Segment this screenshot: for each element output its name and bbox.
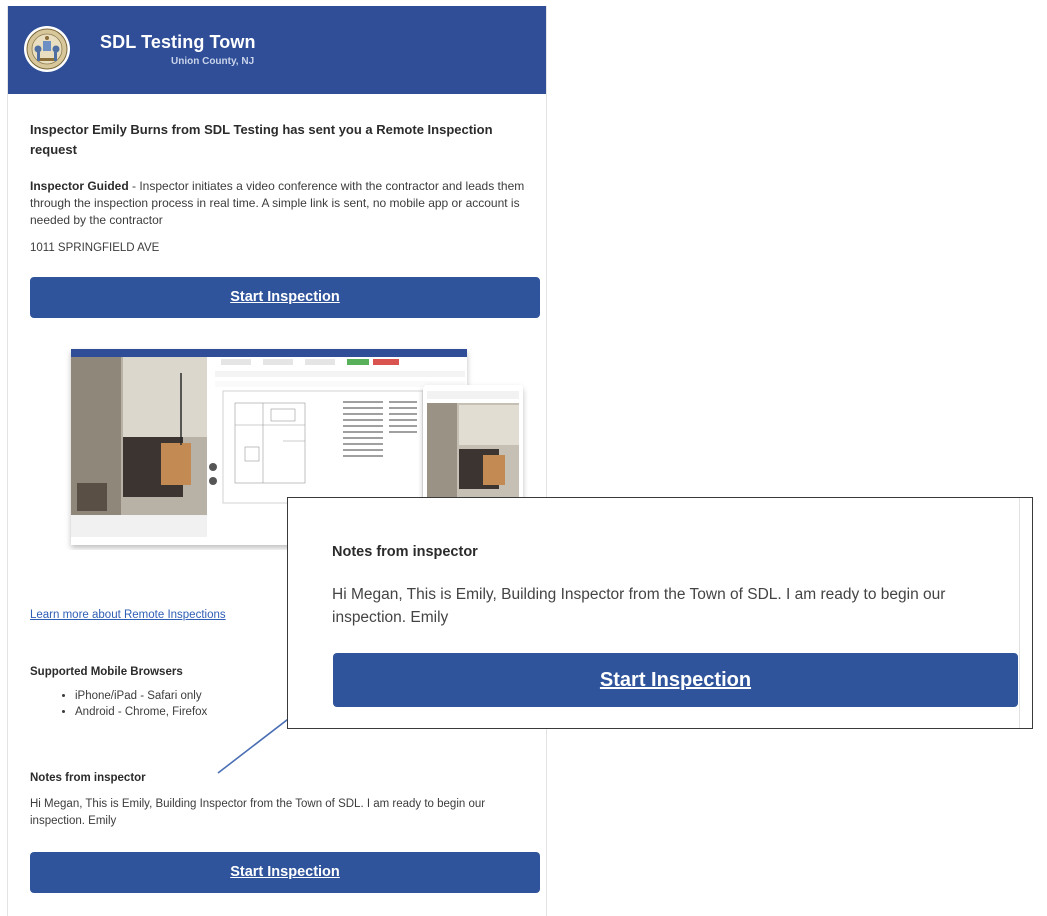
list-item: Android - Chrome, Firefox <box>75 704 207 720</box>
town-seal-icon <box>24 26 70 72</box>
supported-browsers-heading: Supported Mobile Browsers <box>30 666 183 678</box>
callout-inspector-notes: Hi Megan, This is Emily, Building Inspec… <box>332 586 946 626</box>
page: SDL Testing Town Union County, NJ Inspec… <box>0 0 1047 916</box>
guided-label: Inspector Guided <box>30 179 129 193</box>
zoomed-notes-callout: Notes from inspector Hi Megan, This is E… <box>287 497 1033 729</box>
notes-heading: Notes from inspector <box>30 772 146 784</box>
town-name: SDL Testing Town <box>100 32 256 52</box>
email-card: SDL Testing Town Union County, NJ Inspec… <box>7 6 547 916</box>
request-headline: Inspector Emily Burns from SDL Testing h… <box>30 122 493 157</box>
county-name: Union County, NJ <box>171 56 255 67</box>
start-inspection-button[interactable]: Start Inspection <box>30 277 540 318</box>
learn-more-link[interactable]: Learn more about Remote Inspections <box>30 609 226 621</box>
list-item: iPhone/iPad - Safari only <box>75 688 207 704</box>
email-header: SDL Testing Town Union County, NJ <box>8 6 546 94</box>
callout-notes-heading: Notes from inspector <box>332 544 478 560</box>
supported-browsers-list: iPhone/iPad - Safari only Android - Chro… <box>30 688 207 720</box>
inspector-guided-description: Inspector Guided - Inspector initiates a… <box>30 178 535 229</box>
divider <box>1019 498 1020 728</box>
start-inspection-button-bottom[interactable]: Start Inspection <box>30 852 540 893</box>
inspector-notes: Hi Megan, This is Emily, Building Inspec… <box>30 798 486 827</box>
inspection-address: 1011 SPRINGFIELD AVE <box>30 242 160 254</box>
callout-start-inspection-button[interactable]: Start Inspection <box>333 653 1018 707</box>
